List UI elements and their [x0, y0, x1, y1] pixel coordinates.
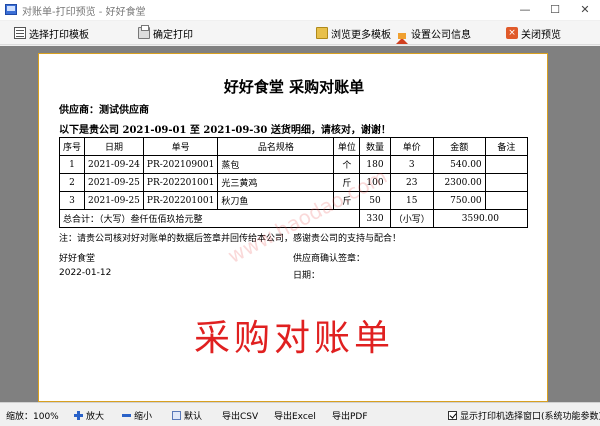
table-cell: 个 [333, 155, 361, 174]
table-cell: 23 [389, 173, 434, 192]
close-preview-label: 关闭预览 [521, 29, 561, 41]
table-cell [484, 173, 529, 192]
minus-icon [122, 411, 131, 420]
browse-templates-button[interactable]: 浏览更多模板 [316, 24, 391, 42]
export-csv-button[interactable]: 导出CSV [222, 409, 258, 422]
status-bar: 缩放：100% 放大 缩小 默认 导出CSV 导出Excel 导出PDF 显示打… [0, 402, 600, 426]
company-name: 好好食堂 [59, 254, 96, 264]
window-title: 对账单-打印预览 - 好好食堂 [22, 7, 146, 18]
table-row: 1 2021-09-24 PR-202109001 蒸包 个 180 3 540… [58, 155, 529, 174]
table-header-row: 序号 日期 单号 品名规格 单位 数量 单价 金额 备注 [58, 137, 529, 156]
table-cell: 1 [58, 155, 86, 174]
default-icon [172, 411, 181, 420]
column-header: 单号 [142, 137, 219, 156]
close-preview-button[interactable]: × 关闭预览 [506, 24, 561, 42]
template-icon [14, 27, 26, 39]
company-info-label: 设置公司信息 [411, 29, 471, 41]
table-cell: 2 [58, 173, 86, 192]
column-header: 品名规格 [217, 137, 335, 156]
toolbar: 选择打印模板 确定打印 浏览更多模板 设置公司信息 × 关闭预览 [0, 21, 600, 45]
table-cell: 540.00 [432, 155, 486, 174]
supplier-signature-label: 供应商确认签章： [293, 254, 366, 264]
signature-date-label: 日期： [293, 271, 321, 281]
browse-templates-label: 浏览更多模板 [331, 29, 391, 41]
folder-icon [316, 27, 328, 39]
close-window-button[interactable]: ✕ [570, 0, 600, 20]
maximize-button[interactable]: ☐ [540, 0, 570, 20]
table-cell: 750.00 [432, 191, 486, 210]
column-header: 单价 [389, 137, 434, 156]
column-header: 序号 [58, 137, 86, 156]
export-pdf-button[interactable]: 导出PDF [332, 409, 368, 422]
table-cell: 2300.00 [432, 173, 486, 192]
company-info-button[interactable]: 设置公司信息 [396, 24, 471, 44]
column-header: 备注 [484, 137, 529, 156]
select-template-label: 选择打印模板 [29, 29, 89, 41]
total-amount: 3590.00 [432, 209, 529, 228]
period-line: 以下是贵公司 2021-09-01 至 2021-09-30 送货明细，请核对，… [59, 125, 391, 136]
zoom-in-button[interactable]: 放大 [74, 409, 104, 422]
table-cell: 2021-09-25 [84, 173, 144, 192]
column-header: 金额 [432, 137, 486, 156]
printer-icon [138, 25, 150, 39]
minimize-button[interactable]: — [510, 0, 540, 20]
table-cell: PR-202201001 [142, 191, 219, 210]
zoom-out-label: 缩小 [134, 412, 153, 422]
table-cell: PR-202109001 [142, 155, 219, 174]
total-quantity: 330 [359, 209, 391, 228]
select-template-button[interactable]: 选择打印模板 [14, 24, 89, 42]
print-preview-window: 对账单-打印预览 - 好好食堂 — ☐ ✕ 选择打印模板 确定打印 浏览更多模板… [0, 0, 600, 426]
table-cell: 2021-09-24 [84, 155, 144, 174]
zoom-in-label: 放大 [86, 412, 105, 422]
plus-icon [74, 411, 83, 420]
title-bar: 对账单-打印预览 - 好好食堂 — ☐ ✕ [0, 0, 600, 20]
zoom-level: 缩放：100% [6, 412, 59, 422]
close-icon: × [506, 27, 518, 39]
preview-page: 好好食堂 采购对账单 供应商：测试供应商 以下是贵公司 2021-09-01 至… [38, 53, 548, 402]
zoom-out-button[interactable]: 缩小 [122, 409, 152, 422]
table-cell: 15 [389, 191, 434, 210]
show-printer-checkbox[interactable] [448, 411, 457, 420]
total-small-label: （小写） [389, 209, 434, 228]
default-label: 默认 [184, 412, 203, 422]
document-title: 好好食堂 采购对账单 [223, 78, 365, 96]
table-row: 2 2021-09-25 PR-202201001 光三黄鸡 斤 100 23 … [58, 173, 529, 192]
default-zoom-button[interactable]: 默认 [172, 409, 202, 422]
table-row: 3 2021-09-25 PR-202201001 秋刀鱼 斤 50 15 75… [58, 191, 529, 210]
house-icon [396, 27, 408, 44]
table-cell [484, 191, 529, 210]
show-printer-option[interactable]: 显示打印机选择窗口(系统功能参数) [448, 409, 600, 422]
table-cell [484, 155, 529, 174]
app-icon [5, 4, 17, 15]
table-cell: 2021-09-25 [84, 191, 144, 210]
export-excel-button[interactable]: 导出Excel [274, 409, 316, 422]
column-header: 日期 [84, 137, 144, 156]
table-cell: 蒸包 [217, 155, 335, 174]
show-printer-label: 显示打印机选择窗口(系统功能参数) [460, 412, 600, 422]
statement-date: 2022-01-12 [59, 268, 112, 278]
table-cell: PR-202201001 [142, 173, 219, 192]
table-cell: 光三黄鸡 [217, 173, 335, 192]
column-header: 数量 [359, 137, 391, 156]
column-header: 单位 [333, 137, 361, 156]
table-cell: 3 [389, 155, 434, 174]
stamp-text: 采购对账单 [193, 318, 394, 359]
confirm-print-button[interactable]: 确定打印 [138, 24, 193, 42]
supplier-line: 供应商：测试供应商 [59, 105, 149, 116]
table-cell: 3 [58, 191, 86, 210]
confirm-print-label: 确定打印 [153, 29, 193, 41]
